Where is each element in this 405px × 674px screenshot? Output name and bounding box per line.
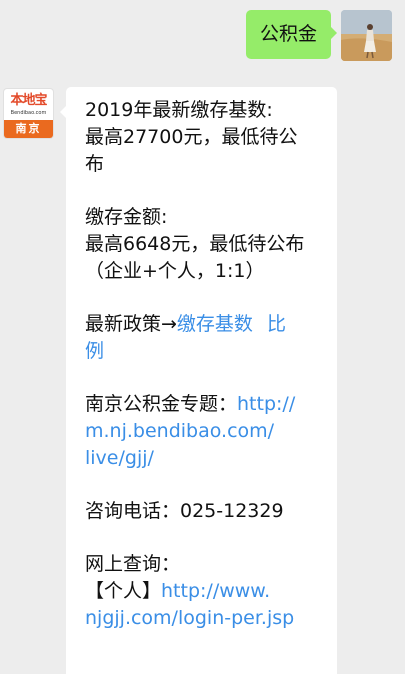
topic-url-link-line-2[interactable]: m.nj.bendibao.com/ <box>85 418 337 445</box>
topic-section: 南京公积金专题：http:// m.nj.bendibao.com/ live/… <box>85 391 337 472</box>
incoming-message-bubble[interactable]: 2019年最新缴存基数: 最高27700元，最低待公 布 缴存金额: 最高664… <box>60 87 337 674</box>
policy-section: 最新政策→缴存基数比 例 <box>85 311 337 365</box>
user-avatar-photo <box>341 10 392 61</box>
amount-label: 缴存金额: <box>85 206 168 228</box>
outgoing-message-bubble[interactable]: 公积金 <box>245 10 338 59</box>
base-label: 2019年最新缴存基数: <box>85 99 273 121</box>
personal-login-link-line-2[interactable]: njgjj.com/login-per.jsp <box>85 605 337 632</box>
outgoing-message-row: 公积金 <box>245 10 392 61</box>
user-avatar[interactable] <box>341 10 392 61</box>
base-line-3: 布 <box>85 153 105 175</box>
amount-line-3: （企业+个人，1:1） <box>85 260 265 282</box>
query-line-2: 【个人】http://www. <box>85 578 337 605</box>
amount-line-2: 最高6648元，最低待公布 <box>85 233 305 255</box>
query-section: 网上查询： 【个人】http://www. njgjj.com/login-pe… <box>85 551 337 632</box>
personal-login-link[interactable]: http://www. <box>161 580 270 602</box>
base-section: 2019年最新缴存基数: 最高27700元，最低待公 布 <box>85 97 337 178</box>
base-line-2: 最高27700元，最低待公 <box>85 126 298 148</box>
policy-line-1: 最新政策→缴存基数比 <box>85 311 337 338</box>
outgoing-message-text: 公积金 <box>259 23 317 45</box>
phone-section: 咨询电话：025-12329 <box>85 498 337 525</box>
avatar-domain-text: Bendibao.com <box>10 110 47 116</box>
topic-line-1: 南京公积金专题：http:// <box>85 391 337 418</box>
avatar-logo-text: 本地宝 <box>10 93 47 108</box>
topic-url-link-line-3[interactable]: live/gjj/ <box>85 445 337 472</box>
topic-url-link[interactable]: http:// <box>237 393 295 415</box>
amount-section: 缴存金额: 最高6648元，最低待公布 （企业+个人，1:1） <box>85 204 337 285</box>
personal-label: 【个人】 <box>85 580 162 602</box>
policy-label: 最新政策→ <box>85 313 177 335</box>
ratio-link-continued[interactable]: 例 <box>85 338 337 365</box>
phone-text: 咨询电话：025-12329 <box>85 500 284 522</box>
query-label: 网上查询： <box>85 553 181 575</box>
bendibao-avatar[interactable]: 本地宝 Bendibao.com 南京 <box>3 88 54 139</box>
topic-label: 南京公积金专题： <box>85 393 238 415</box>
ratio-link[interactable]: 比 <box>267 313 286 335</box>
contribution-base-link[interactable]: 缴存基数 <box>177 313 253 335</box>
avatar-city-label: 南京 <box>4 120 53 138</box>
